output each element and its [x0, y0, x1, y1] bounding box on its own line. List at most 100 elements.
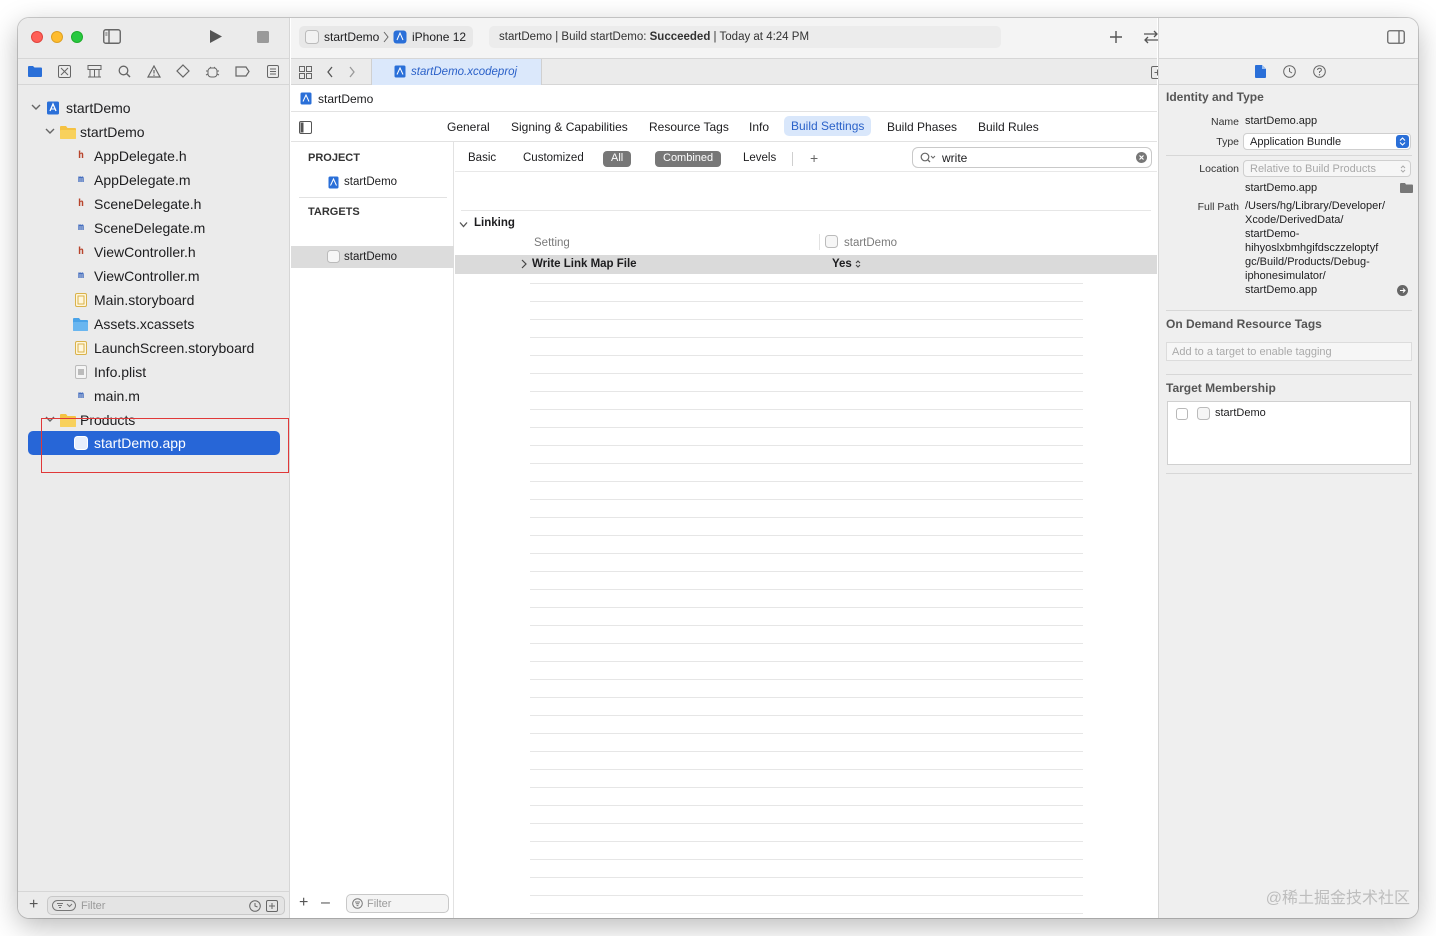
inspector-toggle-icon[interactable]: [1387, 30, 1405, 44]
run-button[interactable]: [209, 29, 223, 44]
search-icon: [920, 152, 936, 163]
target-filter-field[interactable]: Filter: [346, 894, 449, 913]
location-file: startDemo.app: [1245, 182, 1318, 194]
add-setting-button[interactable]: +: [810, 150, 818, 166]
empty-row-line: [530, 373, 1083, 374]
combined-button[interactable]: Combined: [655, 151, 722, 167]
tree-row-group[interactable]: startDemo: [18, 120, 290, 144]
breakpoint-navigator-icon[interactable]: [235, 66, 250, 77]
tab-build-rules[interactable]: Build Rules: [978, 120, 1039, 134]
remove-target-button[interactable]: –: [321, 894, 330, 912]
chevron-down-icon[interactable]: [459, 221, 468, 228]
tree-row-file[interactable]: h AppDelegate.h: [18, 144, 290, 168]
tab-general[interactable]: General: [447, 120, 490, 134]
project-item[interactable]: startDemo: [291, 172, 454, 194]
location-popup[interactable]: Relative to Build Products: [1243, 160, 1411, 177]
reveal-arrow-icon[interactable]: [1397, 285, 1408, 296]
section-divider: [1166, 473, 1412, 474]
file-inspector-icon[interactable]: [1255, 65, 1266, 78]
scheme-selector[interactable]: startDemo iPhone 12: [299, 26, 473, 48]
chevron-down-icon[interactable]: [45, 127, 55, 135]
levels-button[interactable]: Levels: [743, 152, 776, 164]
empty-row-line: [530, 715, 1083, 716]
add-target-button[interactable]: +: [299, 894, 308, 912]
tree-row-file[interactable]: LaunchScreen.storyboard: [18, 336, 290, 360]
project-navigator: startDemo startDemo h AppDelegate.h m Ap…: [18, 18, 290, 918]
warning-icon[interactable]: [147, 65, 161, 78]
column-setting-header: Setting: [534, 237, 570, 249]
tree-row-file[interactable]: m SceneDelegate.m: [18, 216, 290, 240]
tab-resource-tags[interactable]: Resource Tags: [649, 120, 729, 134]
setting-value[interactable]: Yes: [832, 258, 852, 270]
search-icon[interactable]: [118, 65, 131, 78]
membership-checkbox[interactable]: [1176, 408, 1188, 420]
setting-row-selected[interactable]: Write Link Map File Yes: [455, 255, 1157, 274]
zoom-window-button[interactable]: [71, 31, 83, 43]
tree-row-file[interactable]: Info.plist: [18, 360, 290, 384]
search-field[interactable]: write: [912, 147, 1152, 168]
recent-files-icon[interactable]: [249, 900, 261, 912]
filter-field[interactable]: Filter: [47, 896, 285, 915]
help-inspector-icon[interactable]: [1313, 65, 1326, 78]
forward-arrow-icon[interactable]: [348, 66, 356, 78]
add-button[interactable]: +: [29, 896, 38, 914]
location-value: Relative to Build Products: [1250, 163, 1376, 175]
minimize-window-button[interactable]: [51, 31, 63, 43]
close-window-button[interactable]: [31, 31, 43, 43]
empty-row-line: [530, 553, 1083, 554]
editor-area: startDemo iPhone 12 startDemo | Build st…: [291, 18, 1164, 918]
tree-row-file[interactable]: Assets.xcassets: [18, 312, 290, 336]
header-file-icon: h: [77, 150, 85, 161]
tree-row-file[interactable]: m ViewController.m: [18, 264, 290, 288]
chevron-down-icon[interactable]: [31, 103, 41, 111]
tree-row-file[interactable]: Main.storyboard: [18, 288, 290, 312]
customized-button[interactable]: Customized: [523, 152, 584, 164]
xcodeproj-icon: [300, 92, 312, 105]
grid-icon[interactable]: [299, 66, 312, 79]
sidebar-toggle-icon[interactable]: [103, 29, 121, 44]
full-path-line: gc/Build/Products/Debug-: [1245, 256, 1370, 268]
folder-icon[interactable]: [28, 65, 42, 77]
empty-row-line: [530, 769, 1083, 770]
chevron-right-icon[interactable]: [521, 259, 527, 269]
tree-row-file[interactable]: h ViewController.h: [18, 240, 290, 264]
stop-button[interactable]: [257, 31, 269, 43]
tree-row-file[interactable]: h SceneDelegate.h: [18, 192, 290, 216]
filter-options-icon[interactable]: [52, 900, 76, 911]
history-inspector-icon[interactable]: [1283, 65, 1296, 78]
empty-row-line: [530, 445, 1083, 446]
tree-row-file[interactable]: m AppDelegate.m: [18, 168, 290, 192]
target-item[interactable]: startDemo: [291, 246, 454, 268]
tree-label: Main.storyboard: [94, 292, 195, 308]
tree-row-file[interactable]: m main.m: [18, 384, 290, 408]
tab-build-settings[interactable]: Build Settings: [784, 116, 872, 136]
tree-row-project[interactable]: startDemo: [18, 96, 290, 120]
source-control-filter-icon[interactable]: [266, 900, 278, 912]
test-navigator-icon[interactable]: [176, 64, 190, 78]
navigator-selector-bar: [18, 58, 290, 85]
clear-search-icon[interactable]: [1136, 152, 1147, 163]
jump-bar-item[interactable]: startDemo: [318, 92, 373, 106]
all-button[interactable]: All: [603, 151, 632, 167]
folder-icon[interactable]: [1400, 183, 1413, 193]
segment-divider: [792, 152, 793, 166]
report-navigator-icon[interactable]: [267, 65, 279, 78]
tab-signing-capabilities[interactable]: Signing & Capabilities: [511, 120, 628, 134]
show-outline-icon[interactable]: [299, 121, 312, 134]
updown-chevron-icon[interactable]: [855, 259, 861, 269]
type-popup[interactable]: Application Bundle: [1243, 133, 1411, 150]
editor-tab-active[interactable]: startDemo.xcodeproj: [371, 59, 542, 85]
tab-info[interactable]: Info: [749, 120, 769, 134]
app-target-icon: [327, 250, 340, 263]
back-arrow-icon[interactable]: [326, 66, 334, 78]
symbol-navigator-icon[interactable]: [87, 65, 102, 78]
basic-button[interactable]: Basic: [468, 152, 496, 164]
empty-row-line: [530, 679, 1083, 680]
activity-status: startDemo | Build startDemo: Succeeded |…: [489, 26, 1001, 48]
debug-navigator-icon[interactable]: [205, 65, 220, 78]
filter-placeholder: Filter: [81, 900, 106, 912]
library-add-icon[interactable]: [1109, 30, 1123, 44]
source-control-icon[interactable]: [58, 65, 71, 78]
tab-build-phases[interactable]: Build Phases: [887, 120, 957, 134]
tree-label: ViewController.m: [94, 268, 200, 284]
